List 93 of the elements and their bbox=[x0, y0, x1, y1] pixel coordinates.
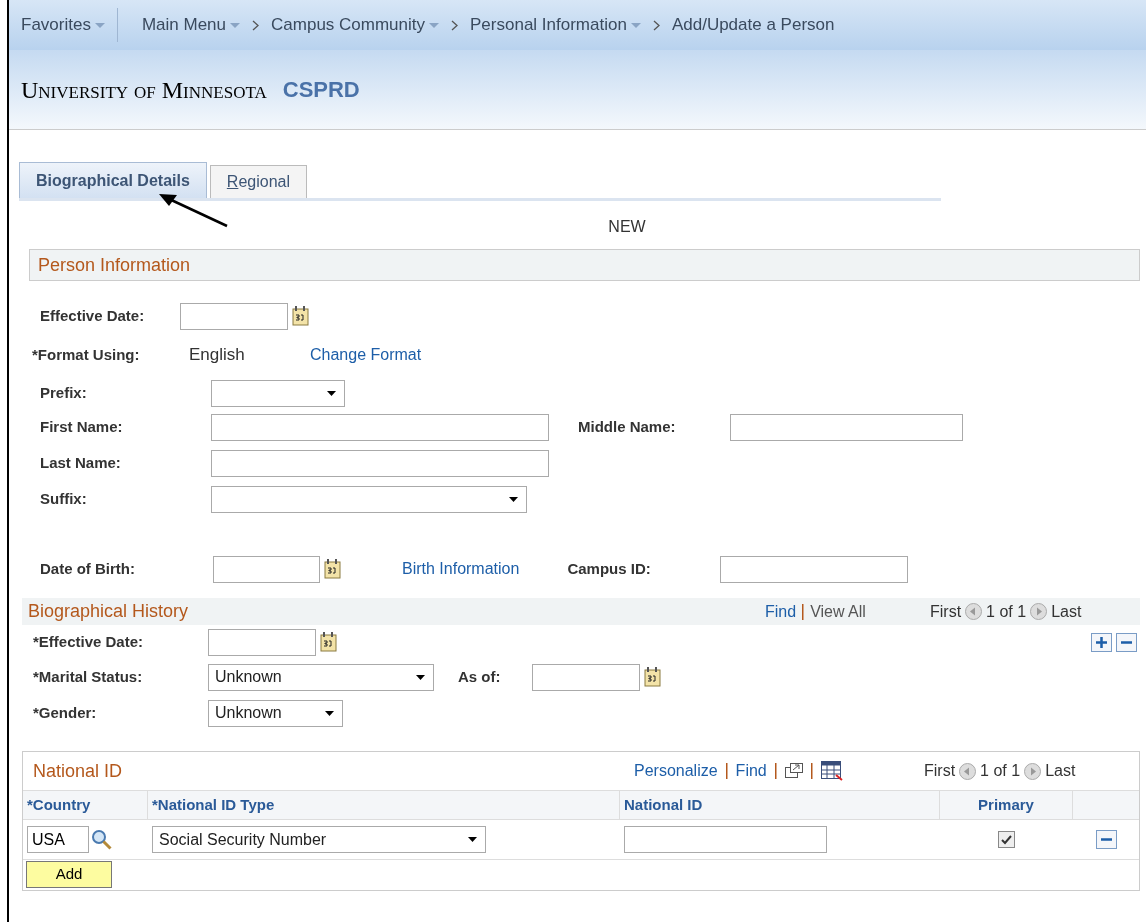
separator-line bbox=[774, 763, 777, 779]
text-field[interactable] bbox=[211, 449, 549, 477]
text-field[interactable] bbox=[624, 826, 827, 853]
field-label: *Format Using: bbox=[32, 344, 141, 365]
next-icon[interactable] bbox=[1030, 603, 1048, 620]
field-label: Prefix: bbox=[40, 382, 88, 403]
next-icon[interactable] bbox=[1024, 762, 1042, 780]
grid-link[interactable]: Find bbox=[735, 759, 767, 783]
text-field[interactable] bbox=[532, 663, 640, 691]
separator-line bbox=[810, 763, 813, 779]
dropdown-caret-icon bbox=[325, 710, 334, 716]
text-field[interactable] bbox=[730, 413, 963, 441]
column-header: *National ID Type bbox=[148, 791, 620, 819]
section-title: Person Information bbox=[38, 253, 191, 277]
pager-count: 1 of 1 bbox=[986, 601, 1027, 622]
calendar-icon[interactable] bbox=[644, 667, 662, 687]
field-label: Campus ID: bbox=[567, 558, 652, 579]
pager-first-label: First bbox=[930, 601, 962, 622]
delete-row-icon[interactable] bbox=[1116, 632, 1137, 652]
checkbox[interactable] bbox=[998, 831, 1015, 848]
breadcrumb-item[interactable]: Main Menu bbox=[141, 12, 241, 38]
calendar-icon[interactable] bbox=[324, 559, 342, 579]
chevron-right-icon bbox=[252, 19, 260, 31]
pager-last-label: Last bbox=[1045, 761, 1076, 781]
field-label: *Marital Status: bbox=[33, 666, 144, 687]
field-label: First Name: bbox=[40, 416, 124, 437]
pager-count: 1 of 1 bbox=[980, 761, 1021, 781]
dropdown-field[interactable]: Unknown bbox=[208, 663, 434, 691]
breadcrumb-item[interactable]: Add/Update a Person bbox=[671, 12, 835, 38]
field-label: *Gender: bbox=[33, 702, 98, 723]
previous-icon[interactable] bbox=[965, 603, 983, 620]
mode-label: NEW bbox=[608, 217, 646, 237]
field-label: Effective Date: bbox=[40, 305, 146, 326]
dropdown-caret-icon bbox=[509, 496, 518, 502]
chevron-right-icon bbox=[451, 19, 459, 31]
column-header: National ID bbox=[620, 791, 940, 819]
tab[interactable]: Biographical Details bbox=[19, 162, 207, 198]
dropdown-field[interactable] bbox=[211, 485, 527, 513]
search-icon[interactable] bbox=[91, 828, 113, 851]
university-name: University of Minnesota bbox=[21, 75, 267, 105]
dropdown-field[interactable] bbox=[211, 379, 345, 407]
text-field[interactable] bbox=[211, 413, 549, 441]
calendar-icon[interactable] bbox=[292, 306, 310, 326]
add-button[interactable]: Add bbox=[26, 861, 112, 888]
add-row-icon[interactable] bbox=[1091, 632, 1112, 652]
field-label: Middle Name: bbox=[578, 416, 677, 437]
dropdown-caret-icon bbox=[327, 390, 336, 396]
section-title: Biographical History bbox=[28, 600, 190, 623]
pager-first-label: First bbox=[924, 761, 956, 781]
grid-link[interactable]: View All bbox=[810, 599, 866, 624]
separator-line bbox=[725, 763, 728, 779]
dropdown-caret-icon bbox=[416, 674, 425, 680]
column-header: *Country bbox=[23, 791, 148, 819]
dropdown-field[interactable]: Social Security Number bbox=[152, 826, 486, 853]
text-field[interactable] bbox=[213, 555, 320, 583]
dropdown-field[interactable]: Unknown bbox=[208, 699, 343, 727]
dropdown-caret-icon bbox=[230, 22, 241, 28]
grid-link[interactable]: Personalize bbox=[634, 759, 718, 783]
new-window-icon[interactable] bbox=[784, 763, 803, 779]
grid-link[interactable]: Find bbox=[765, 599, 797, 624]
separator-line bbox=[802, 603, 805, 620]
field-label: Last Name: bbox=[40, 452, 122, 473]
field-label: *Effective Date: bbox=[33, 631, 145, 652]
spreadsheet-icon[interactable] bbox=[820, 761, 843, 781]
annotation-arrow bbox=[157, 192, 229, 228]
check-icon bbox=[1001, 834, 1012, 845]
section-title: National ID bbox=[33, 759, 124, 783]
dropdown-caret-icon bbox=[429, 22, 440, 28]
text-field[interactable] bbox=[180, 302, 288, 330]
tab[interactable]: Regional bbox=[209, 165, 307, 198]
pager-last-label: Last bbox=[1051, 601, 1082, 622]
chevron-right-icon bbox=[652, 19, 660, 31]
column-header: Primary bbox=[940, 791, 1073, 819]
text-field[interactable] bbox=[720, 555, 909, 583]
format-value: English bbox=[189, 344, 246, 367]
field-label: Suffix: bbox=[40, 488, 88, 509]
favorites-menu[interactable]: Favorites bbox=[9, 8, 118, 42]
field-label: Date of Birth: bbox=[40, 558, 136, 579]
delete-row-icon[interactable] bbox=[1095, 830, 1117, 849]
birth-information-link[interactable]: Birth Information bbox=[402, 557, 520, 581]
text-field[interactable] bbox=[208, 628, 316, 656]
change-format-link[interactable]: Change Format bbox=[310, 343, 422, 367]
dropdown-caret-icon bbox=[468, 837, 477, 842]
dropdown-caret-icon bbox=[94, 22, 105, 28]
database-name: CSPRD bbox=[282, 76, 360, 104]
dropdown-caret-icon bbox=[630, 22, 641, 28]
previous-icon[interactable] bbox=[959, 762, 977, 780]
calendar-icon[interactable] bbox=[320, 632, 338, 652]
text-field[interactable]: USA bbox=[27, 826, 89, 853]
column-header bbox=[1073, 791, 1139, 819]
breadcrumb-item[interactable]: Personal Information bbox=[470, 12, 641, 38]
field-label: As of: bbox=[458, 666, 502, 687]
breadcrumb-item[interactable]: Campus Community bbox=[271, 12, 440, 38]
